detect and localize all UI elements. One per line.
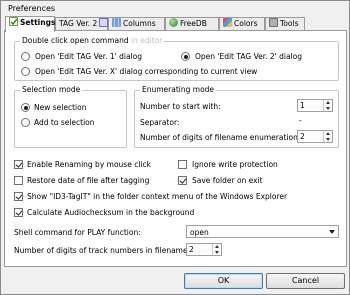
filename-digits-label: Number of digits of filename enumeration… [140, 133, 301, 142]
play-function-label: Shell command for PLAY function: [14, 228, 141, 237]
tab-freedb[interactable]: FreeDB [165, 17, 219, 30]
tab-label: Colors [234, 19, 258, 28]
checkbox-ignore-write-protection[interactable] [178, 160, 187, 169]
start-number-label: Number to start with: [140, 102, 221, 111]
radio-open-tag-ver-1[interactable] [21, 52, 30, 61]
tab-settings[interactable]: Settings [5, 16, 55, 32]
radio-open-tag-ver-x-label: Open 'Edit TAG Ver. X' dialog correspond… [35, 67, 258, 76]
checkbox-show-context-menu[interactable] [14, 192, 23, 201]
tag-icon [99, 18, 109, 27]
tab-columns[interactable]: Columns [108, 17, 165, 30]
columns-icon [112, 18, 121, 27]
checkbox-show-context-menu-label: Show "ID3-TagIT" in the folder context m… [27, 192, 288, 201]
ok-button[interactable]: OK [184, 273, 263, 289]
checkmark-icon [9, 17, 18, 26]
checkbox-enable-renaming[interactable] [14, 160, 23, 169]
tab-label: TAG Ver. 2 [59, 19, 98, 28]
start-number-spinner[interactable]: 1 [297, 99, 333, 112]
tab-label: FreeDB [180, 19, 207, 28]
radio-new-selection[interactable] [21, 103, 30, 112]
filename-digits-spinner[interactable]: 2 [297, 130, 333, 143]
selection-mode-group: Selection mode New selection Add to sele… [14, 85, 127, 148]
checkbox-save-folder-label: Save folder on exit [192, 176, 263, 185]
track-digits-label: Number of digits of track numbers in fil… [14, 246, 195, 255]
checkbox-enable-renaming-label: Enable Renaming by mouse click [27, 160, 151, 169]
enumerating-mode-legend: Enumerating mode [140, 85, 217, 94]
track-digits-value: 2 [189, 245, 194, 254]
separator-field[interactable]: - [297, 116, 333, 127]
filename-digits-value: 2 [300, 132, 305, 141]
radio-open-tag-ver-2[interactable] [181, 52, 190, 61]
spinner-arrows[interactable] [323, 100, 332, 111]
settings-panel: Double click open command in editor Open… [4, 30, 347, 267]
window-title: Preferences [8, 4, 56, 13]
tab-label: Columns [123, 19, 156, 28]
checkbox-restore-date[interactable] [14, 176, 23, 185]
tab-tools[interactable]: Tools [265, 17, 305, 30]
enumerating-mode-group: Enumerating mode Number to start with: 1… [134, 85, 339, 148]
title-bar: Preferences [2, 2, 349, 16]
tab-tag-ver-2[interactable]: TAG Ver. 2 [55, 17, 109, 30]
track-digits-spinner[interactable]: 2 [186, 243, 222, 256]
tab-label: Tools [280, 19, 299, 28]
preferences-window: Preferences Settings TAG Ver. 2 Columns … [0, 0, 350, 295]
palette-icon [223, 18, 232, 27]
checkbox-calculate-audiochecksum-label: Calculate Audiochecksum in the backgroun… [27, 208, 195, 217]
spinner-arrows[interactable] [212, 244, 221, 255]
double-click-group: Double click open command in editor Open… [14, 36, 339, 81]
checkbox-restore-date-label: Restore date of file after tagging [27, 176, 150, 185]
start-number-value: 1 [300, 101, 305, 110]
separator-label: Separator: [140, 118, 180, 127]
checkbox-ignore-write-protection-label: Ignore write protection [192, 160, 278, 169]
spinner-arrows[interactable] [323, 131, 332, 142]
tab-label: Settings [20, 18, 56, 27]
separator-value: - [299, 116, 302, 125]
play-function-value: open [190, 228, 209, 237]
radio-new-selection-label: New selection [34, 103, 87, 112]
tab-strip: Settings TAG Ver. 2 Columns FreeDB Color… [4, 16, 348, 32]
tools-icon [269, 18, 278, 27]
globe-icon [169, 18, 178, 27]
cancel-button[interactable]: Cancel [266, 273, 345, 289]
radio-add-to-selection[interactable] [21, 118, 30, 127]
radio-open-tag-ver-1-label: Open 'Edit TAG Ver. 1' dialog [35, 52, 142, 61]
checkbox-save-folder[interactable] [178, 176, 187, 185]
radio-add-to-selection-label: Add to selection [34, 118, 95, 127]
radio-open-tag-ver-2-label: Open 'Edit TAG Ver. 2' dialog [195, 52, 302, 61]
double-click-legend: Double click open command in editor [20, 36, 165, 45]
play-function-dropdown[interactable]: open [186, 225, 339, 238]
tab-colors[interactable]: Colors [219, 17, 265, 30]
selection-mode-legend: Selection mode [20, 85, 83, 94]
checkbox-calculate-audiochecksum[interactable] [14, 208, 23, 217]
chevron-down-icon [329, 230, 335, 234]
radio-open-tag-ver-x[interactable] [21, 67, 30, 76]
